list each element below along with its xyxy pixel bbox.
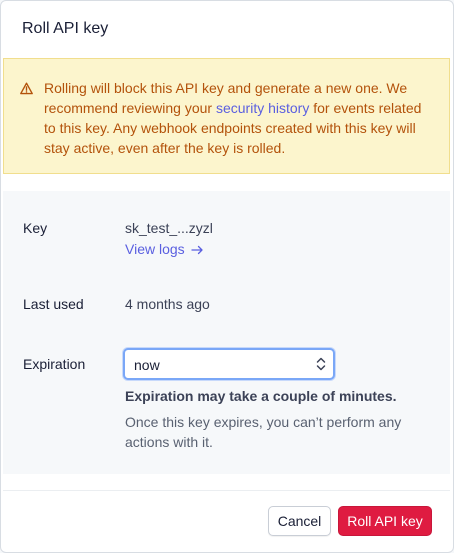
key-value: sk_test_...zyzl: [125, 220, 213, 236]
dialog-title: Roll API key: [22, 20, 109, 37]
warning-triangle-icon: [20, 82, 33, 95]
last-used-value: 4 months ago: [125, 296, 210, 312]
expiration-label: Expiration: [23, 356, 86, 372]
expiration-selected-value: now: [134, 357, 160, 373]
chevron-up-down-icon: [316, 357, 326, 371]
key-label: Key: [23, 220, 48, 236]
last-used-label: Last used: [23, 296, 84, 312]
roll-api-key-dialog: Roll API key Rolling will block this API…: [0, 0, 454, 553]
expiration-hint-bold: Expiration may take a couple of minutes.: [125, 388, 397, 404]
view-logs-link[interactable]: View logs: [125, 241, 204, 257]
cancel-button[interactable]: Cancel: [268, 506, 331, 536]
expiration-select[interactable]: now: [123, 348, 335, 380]
security-history-link[interactable]: security history: [216, 100, 309, 116]
arrow-right-icon: [190, 245, 203, 255]
expiration-hint: Once this key expires, you can’t perform…: [125, 414, 402, 450]
roll-api-key-button[interactable]: Roll API key: [338, 506, 432, 536]
view-logs-label: View logs: [125, 241, 185, 257]
warning-message: Rolling will block this API key and gene…: [44, 78, 424, 158]
footer-divider: [3, 490, 450, 491]
